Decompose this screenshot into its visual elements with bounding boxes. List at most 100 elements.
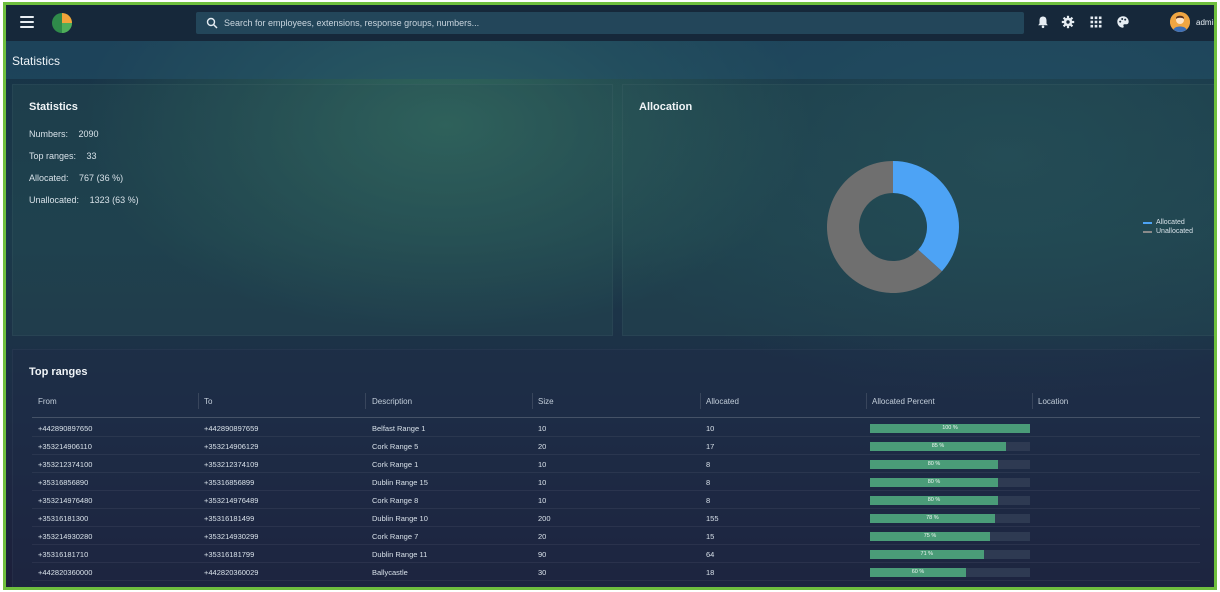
- table-row[interactable]: +353214906110 +353214906129 Cork Range 5 20…: [32, 437, 1200, 455]
- allocated-percent-label: 80 %: [927, 461, 941, 467]
- stat-value: 2090: [78, 129, 99, 139]
- bell-icon[interactable]: [1036, 15, 1050, 29]
- top-bar: admin: [6, 5, 1214, 41]
- table-row[interactable]: +353212374100 +353212374109 Cork Range 1 10…: [32, 455, 1200, 473]
- allocated-percent-bar: 100 %: [870, 424, 1030, 433]
- column-header-to[interactable]: To: [204, 397, 212, 406]
- cell-from: +35316856890: [38, 478, 89, 487]
- app-window: admin Statistics Statistics Numbers: 209…: [3, 2, 1217, 590]
- legend-label: Unallocated: [1156, 228, 1193, 235]
- stat-value: 1323 (63 %): [89, 195, 139, 205]
- top-ranges-title: Top ranges: [29, 366, 88, 378]
- column-header-description[interactable]: Description: [372, 397, 412, 406]
- stat-value: 767 (36 %): [79, 173, 124, 183]
- search-icon: [206, 17, 218, 29]
- column-divider: [365, 393, 366, 409]
- table-row[interactable]: +353214976480 +353214976489 Cork Range 8 10…: [32, 491, 1200, 509]
- cell-from: +442890897650: [38, 424, 93, 433]
- stat-label: Unallocated:: [29, 195, 80, 205]
- cell-from: +353212374100: [38, 460, 93, 469]
- allocated-percent-label: 80 %: [927, 479, 941, 485]
- allocation-donut-chart[interactable]: [823, 157, 963, 297]
- stat-value: 33: [86, 151, 97, 161]
- allocated-percent-bar: 85 %: [870, 442, 1030, 451]
- username-label[interactable]: admin: [1196, 18, 1214, 27]
- legend-label: Allocated: [1156, 219, 1185, 226]
- cell-size: 20: [538, 442, 547, 451]
- cell-from: +35316181710: [38, 550, 89, 559]
- cell-size: 10: [538, 496, 547, 505]
- table-row[interactable]: +442890897650 +442890897659 Belfast Range …: [32, 419, 1200, 437]
- cell-allocated: 17: [706, 442, 715, 451]
- stat-label: Top ranges:: [29, 151, 77, 161]
- chart-legend: Allocated Unallocated: [1143, 218, 1193, 236]
- allocated-percent-bar: 60 %: [870, 568, 1030, 577]
- allocated-percent-label: 71 %: [920, 551, 934, 557]
- table-row[interactable]: +35316856890 +35316856899 Dublin Range 15 1…: [32, 473, 1200, 491]
- cell-allocated: 155: [706, 514, 719, 523]
- allocated-percent-label: 78 %: [926, 515, 939, 521]
- cell-to: +35316856899: [204, 478, 255, 487]
- cell-size: 10: [538, 424, 547, 433]
- cell-size: 90: [538, 550, 547, 559]
- allocated-percent-bar: 80 %: [870, 496, 1030, 505]
- apps-grid-icon[interactable]: [1089, 15, 1103, 29]
- avatar[interactable]: [1170, 12, 1190, 32]
- allocated-percent-label: 80 %: [927, 497, 941, 503]
- cell-to: +353212374109: [204, 460, 259, 469]
- cell-allocated: 15: [706, 532, 715, 541]
- cell-from: +353214906110: [38, 442, 92, 451]
- cell-to: +353214930299: [204, 532, 259, 541]
- logo-icon[interactable]: [50, 11, 74, 35]
- cell-description: Cork Range 5: [372, 442, 419, 451]
- cell-allocated: 10: [706, 424, 715, 433]
- allocation-card: Allocation Allocated Unallocated: [622, 84, 1214, 336]
- statistics-card: Statistics Numbers: 2090 Top ranges: 33 …: [12, 84, 613, 336]
- column-divider: [1032, 393, 1033, 409]
- search-input[interactable]: [224, 18, 1024, 28]
- column-header-allocated[interactable]: Allocated: [706, 397, 739, 406]
- stat-top-ranges: Top ranges: 33: [29, 151, 97, 161]
- statistics-title: Statistics: [29, 101, 78, 113]
- column-header-size[interactable]: Size: [538, 397, 554, 406]
- cell-allocated: 8: [706, 460, 711, 469]
- cell-from: +35316181300: [38, 514, 89, 523]
- cell-to: +442820360029: [204, 568, 259, 577]
- column-header-allocated-percent[interactable]: Allocated Percent: [872, 397, 935, 406]
- allocated-percent-bar: 78 %: [870, 514, 1030, 523]
- cell-description: Cork Range 7: [372, 532, 419, 541]
- allocated-percent-label: 60 %: [911, 569, 925, 575]
- legend-item-allocated[interactable]: Allocated: [1143, 218, 1193, 227]
- legend-item-unallocated[interactable]: Unallocated: [1143, 227, 1193, 236]
- cell-description: Dublin Range 15: [372, 478, 428, 487]
- allocated-percent-label: 100 %: [942, 425, 958, 431]
- stat-unallocated: Unallocated: 1323 (63 %): [29, 195, 139, 205]
- table-row[interactable]: +353214930280 +353214930299 Cork Range 7 20…: [32, 527, 1200, 545]
- column-divider: [532, 393, 533, 409]
- gear-icon[interactable]: [1061, 15, 1075, 29]
- column-header-location[interactable]: Location: [1038, 397, 1068, 406]
- table-header: From To Description Size Allocated Alloc…: [32, 393, 1200, 417]
- cell-to: +35316181799: [204, 550, 255, 559]
- column-header-from[interactable]: From: [38, 397, 57, 406]
- table-row[interactable]: +35316181300 +35316181499 Dublin Range 10 2…: [32, 509, 1200, 527]
- table-row[interactable]: +35316181710 +35316181799 Dublin Range 11 9…: [32, 545, 1200, 563]
- cell-description: Ballycastle: [372, 568, 408, 577]
- cell-description: Belfast Range 1: [372, 424, 426, 433]
- cell-size: 10: [538, 478, 547, 487]
- cell-size: 30: [538, 568, 547, 577]
- palette-icon[interactable]: [1116, 15, 1130, 29]
- page-header: Statistics: [6, 41, 1214, 79]
- cell-size: 10: [538, 460, 547, 469]
- column-divider: [198, 393, 199, 409]
- cell-description: Dublin Range 11: [372, 550, 428, 559]
- table-row[interactable]: +442820360000 +442820360029 Ballycastle 30 1…: [32, 563, 1200, 581]
- allocated-percent-label: 75 %: [923, 533, 937, 539]
- search-bar[interactable]: [196, 12, 1024, 34]
- cell-allocated: 18: [706, 568, 715, 577]
- menu-icon[interactable]: [20, 16, 34, 28]
- donut-slice-allocated[interactable]: [893, 161, 959, 272]
- cell-size: 20: [538, 532, 547, 541]
- allocated-percent-bar: 80 %: [870, 460, 1030, 469]
- cell-description: Cork Range 8: [372, 496, 419, 505]
